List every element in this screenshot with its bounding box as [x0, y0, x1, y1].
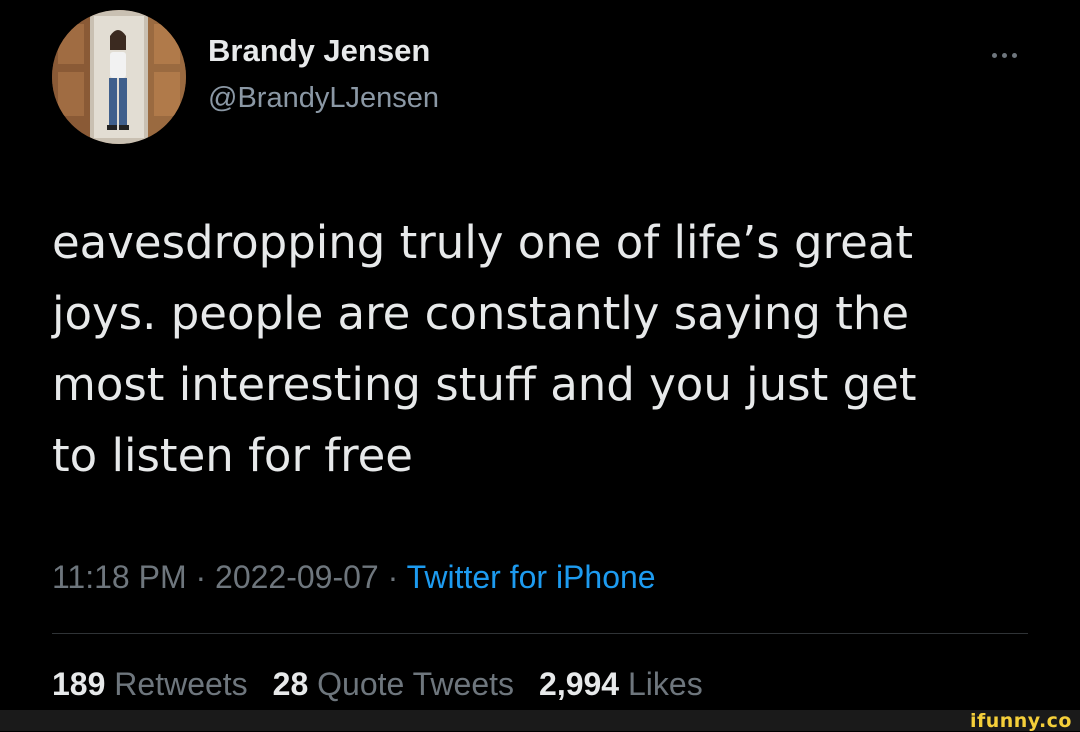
retweets-stat[interactable]: 189 Retweets [52, 666, 248, 703]
tweet-date[interactable]: 2022-09-07 [215, 559, 379, 595]
tweet-text-line: most interesting stuff and you just get [52, 358, 917, 411]
likes-count: 2,994 [539, 666, 620, 702]
quote-tweets-count: 28 [272, 666, 309, 702]
tweet-time[interactable]: 11:18 PM [52, 559, 187, 595]
more-dot [991, 52, 997, 58]
more-dot [1011, 52, 1017, 58]
watermark-bar: ifunny.co [0, 710, 1080, 731]
retweets-label: Retweets [114, 666, 248, 702]
tweet-source-link[interactable]: Twitter for iPhone [407, 559, 656, 595]
author-handle[interactable]: @BrandyLJensen [208, 82, 439, 115]
tweet-card: Brandy Jensen @BrandyLJensen eavesdroppi… [0, 0, 1080, 710]
tweet-stats: 189 Retweets 28 Quote Tweets 2,994 Likes [52, 666, 703, 703]
tweet-text-line: eavesdropping truly one of life’s great [52, 216, 914, 269]
author-display-name[interactable]: Brandy Jensen [208, 33, 430, 69]
tweet-text-line: joys. people are constantly saying the [52, 287, 910, 340]
ifunny-watermark: ifunny.co [969, 710, 1072, 732]
more-horizontal-icon[interactable] [980, 40, 1028, 70]
retweets-count: 189 [52, 666, 106, 702]
quote-tweets-stat[interactable]: 28 Quote Tweets [273, 666, 514, 703]
quote-tweets-label: Quote Tweets [317, 666, 515, 702]
meta-separator: · [387, 559, 399, 595]
tweet-text: eavesdropping truly one of life’s great … [52, 207, 1012, 491]
more-dot [1001, 52, 1007, 58]
likes-stat[interactable]: 2,994 Likes [539, 666, 703, 703]
divider [52, 633, 1028, 634]
tweet-metadata: 11:18 PM · 2022-09-07 · Twitter for iPho… [52, 559, 656, 596]
likes-label: Likes [627, 666, 703, 702]
avatar-photo [52, 10, 186, 144]
meta-separator: · [195, 559, 207, 595]
avatar[interactable] [52, 10, 186, 144]
tweet-text-line: to listen for free [52, 429, 413, 482]
